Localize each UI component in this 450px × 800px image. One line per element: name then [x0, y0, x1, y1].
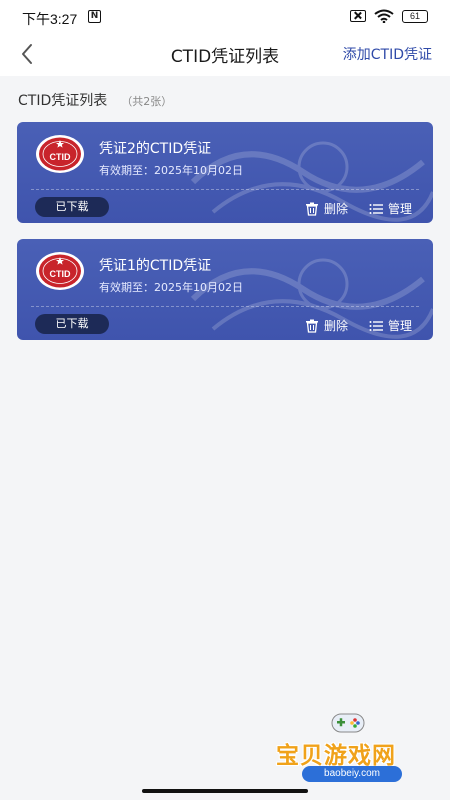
watermark: 宝贝游戏网 baobeiy.com — [276, 708, 426, 788]
delete-button[interactable]: 删除 — [305, 317, 348, 334]
header: CTID凭证列表 添加CTID凭证 — [0, 34, 450, 76]
status-icons: 61 — [350, 9, 428, 23]
logo-text: CTID — [50, 269, 71, 279]
manage-button[interactable]: 管理 — [369, 317, 412, 334]
list-icon — [369, 320, 383, 331]
manage-label: 管理 — [388, 202, 413, 216]
trash-icon — [306, 202, 318, 216]
manage-label: 管理 — [388, 319, 413, 333]
ctid-card[interactable]: CTID 凭证2的CTID凭证 有效期至：2025年10月02日 已下载 删除 … — [17, 122, 433, 223]
add-ctid-button[interactable]: 添加CTID凭证 — [343, 44, 432, 64]
home-indicator[interactable] — [142, 789, 308, 793]
card-divider — [31, 189, 419, 190]
card-title: 凭证2的CTID凭证 — [99, 141, 212, 157]
ctid-logo-icon: CTID — [36, 135, 84, 173]
downloaded-badge: 已下载 — [35, 314, 109, 334]
delete-button[interactable]: 删除 — [305, 200, 348, 217]
section-count: （共2张） — [121, 95, 173, 108]
wifi-icon — [374, 9, 394, 23]
card-validity: 有效期至：2025年10月02日 — [99, 281, 243, 294]
no-sim-icon — [350, 10, 366, 22]
nfc-icon: N — [88, 10, 101, 23]
ctid-card[interactable]: CTID 凭证1的CTID凭证 有效期至：2025年10月02日 已下载 删除 … — [17, 239, 433, 340]
section-heading: CTID凭证列表 （共2张） — [18, 90, 172, 110]
downloaded-badge: 已下载 — [35, 197, 109, 217]
delete-label: 删除 — [324, 319, 349, 333]
battery-icon: 61 — [402, 9, 428, 23]
card-divider — [31, 306, 419, 307]
trash-icon — [306, 319, 318, 333]
section-title: CTID凭证列表 — [18, 93, 108, 109]
logo-text: CTID — [50, 152, 71, 162]
gamepad-icon — [331, 713, 365, 733]
card-validity: 有效期至：2025年10月02日 — [99, 164, 243, 177]
manage-button[interactable]: 管理 — [369, 200, 412, 217]
status-bar: 下午3:27 N 61 — [0, 0, 450, 34]
watermark-text: 宝贝游戏网 — [276, 743, 396, 769]
watermark-url: baobeiy.com — [302, 766, 402, 782]
list-icon — [369, 203, 383, 214]
ctid-logo-icon: CTID — [36, 252, 84, 290]
card-title: 凭证1的CTID凭证 — [99, 258, 212, 274]
status-time: 下午3:27 — [22, 11, 78, 27]
delete-label: 删除 — [324, 202, 349, 216]
